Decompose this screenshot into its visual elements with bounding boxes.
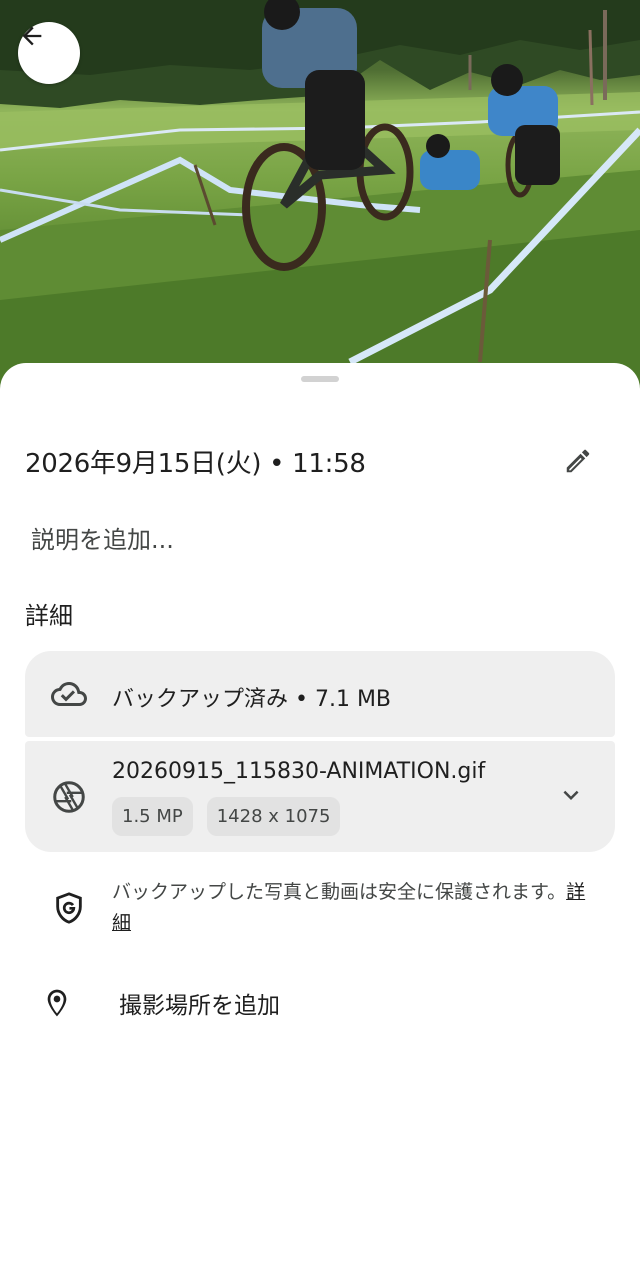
backup-security-note: バックアップした写真と動画は安全に保護されます。詳細 xyxy=(25,877,615,947)
backup-status-label: バックアップ済み • 7.1 MB xyxy=(112,687,392,712)
file-info-card[interactable]: 20260915_115830-ANIMATION.gif 1.5 MP 142… xyxy=(25,741,615,852)
security-message: バックアップした写真と動画は安全に保護されます。詳細 xyxy=(112,877,602,939)
details-heading: 詳細 xyxy=(25,602,73,630)
shield-g-icon xyxy=(49,888,89,928)
chevron-down-icon[interactable] xyxy=(553,777,589,813)
back-button[interactable] xyxy=(18,22,80,84)
photo-datetime: 2026年9月15日(火) • 11:58 xyxy=(25,449,366,479)
info-sheet: 2026年9月15日(火) • 11:58 詳細 バックアップ済み • 7.1 … xyxy=(0,363,640,1280)
shutter-icon xyxy=(49,777,89,817)
add-location-button[interactable]: 撮影場所を追加 xyxy=(25,978,615,1028)
megapixels-chip: 1.5 MP xyxy=(112,797,193,836)
cloud-done-icon xyxy=(49,674,89,714)
pencil-icon xyxy=(566,449,590,473)
file-name: 20260915_115830-ANIMATION.gif xyxy=(112,759,486,784)
description-input[interactable] xyxy=(22,518,582,562)
backup-status-card: バックアップ済み • 7.1 MB xyxy=(25,651,615,737)
arrow-back-icon xyxy=(22,26,42,46)
file-attributes: 1.5 MP 1428 x 1075 xyxy=(112,797,341,836)
resolution-chip: 1428 x 1075 xyxy=(206,797,341,836)
photo-image xyxy=(0,0,640,400)
location-pin-icon xyxy=(37,983,77,1023)
add-location-label: 撮影場所を追加 xyxy=(119,993,280,1019)
edit-datetime-button[interactable] xyxy=(558,441,598,481)
security-text: バックアップした写真と動画は安全に保護されます。 xyxy=(112,881,567,903)
photo-viewer[interactable] xyxy=(0,0,640,400)
drag-handle[interactable] xyxy=(301,376,339,382)
